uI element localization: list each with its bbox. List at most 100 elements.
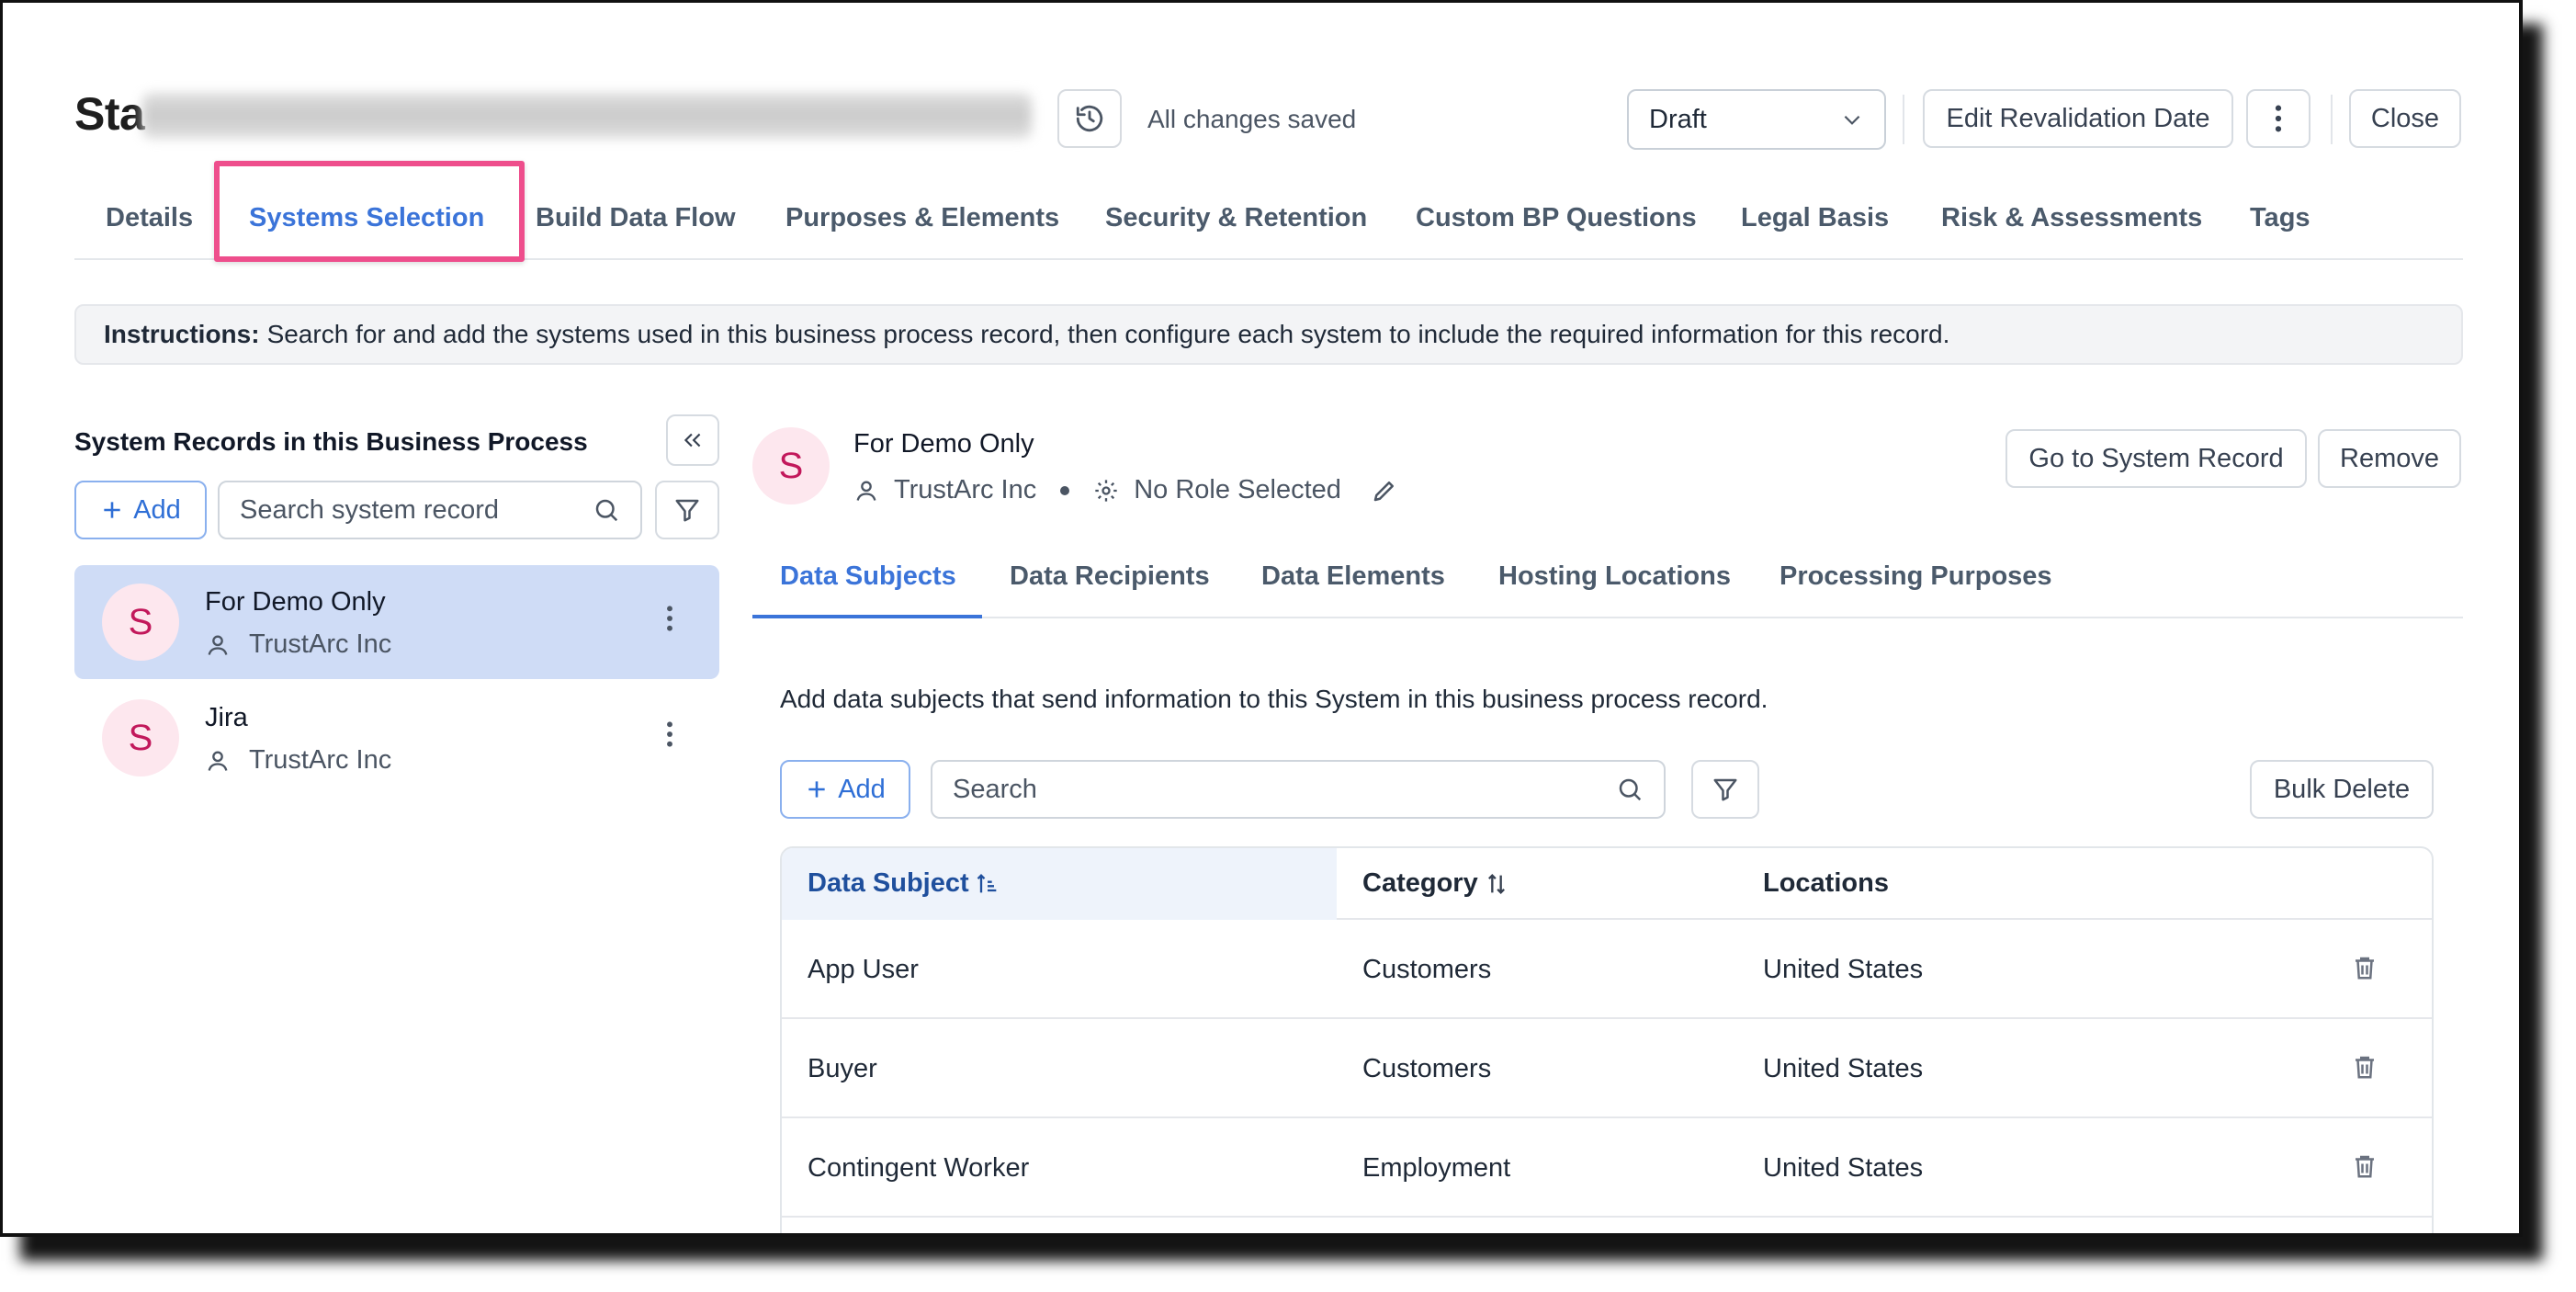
trash-icon: [2356, 957, 2374, 980]
bulk-delete-button[interactable]: Bulk Delete: [2250, 760, 2434, 819]
status-select[interactable]: Draft: [1627, 89, 1886, 150]
cell-subject: Buyer: [808, 1054, 877, 1083]
selected-system-role: No Role Selected: [1134, 475, 1341, 504]
history-icon: [1076, 105, 1103, 132]
tab-legal-basis[interactable]: Legal Basis: [1741, 203, 1889, 233]
system-owner-name: TrustArc Inc: [249, 629, 392, 659]
delete-row-button[interactable]: [2351, 953, 2378, 982]
delete-row-button[interactable]: [2351, 1052, 2378, 1082]
subtab-processing-purposes[interactable]: Processing Purposes: [1779, 561, 2052, 592]
instructions-text: Search for and add the systems used in t…: [266, 320, 1950, 348]
go-to-system-record-button[interactable]: Go to System Record: [2005, 429, 2307, 488]
filter-icon: [675, 499, 699, 522]
add-system-label: Add: [133, 494, 181, 525]
plus-icon: [104, 502, 120, 518]
history-button[interactable]: [1057, 89, 1122, 148]
save-status: All changes saved: [1147, 105, 1357, 133]
system-owner: TrustArc Inc: [205, 629, 391, 660]
kebab-icon: [2275, 105, 2282, 132]
collapse-panel-button[interactable]: [666, 414, 719, 466]
search-icon: [1619, 778, 1642, 801]
search-data-subjects-placeholder: Search: [953, 774, 1037, 804]
search-data-subjects-input[interactable]: Search: [931, 760, 1666, 819]
header-divider: [2331, 95, 2333, 144]
plus-icon: [808, 781, 825, 798]
tab-build-data-flow[interactable]: Build Data Flow: [536, 203, 736, 233]
double-chevron-left-icon: [684, 433, 701, 448]
active-subtab-indicator: [752, 615, 982, 618]
table-row: Contingent Worker Employment United Stat…: [782, 1118, 2432, 1218]
chevron-down-icon: [1844, 115, 1860, 125]
column-locations-label: Locations: [1763, 868, 1889, 898]
cell-category: Customers: [1362, 955, 1492, 984]
column-category-label: Category: [1362, 868, 1478, 898]
cell-category: Employment: [1362, 1153, 1511, 1183]
redacted-title-blur: [142, 93, 1032, 139]
data-subjects-description: Add data subjects that send information …: [780, 685, 1768, 713]
column-data-subject-label: Data Subject: [808, 868, 969, 898]
tab-details[interactable]: Details: [106, 203, 193, 233]
table-row: Buyer Customers United States: [782, 1019, 2432, 1118]
subtab-hosting-locations[interactable]: Hosting Locations: [1498, 561, 1731, 592]
instructions-banner: Instructions: Search for and add the sys…: [74, 304, 2463, 365]
system-subtabs: Data Subjects Data Recipients Data Eleme…: [752, 541, 2463, 618]
delete-row-button[interactable]: [2351, 1151, 2378, 1181]
add-data-subject-button[interactable]: Add: [780, 760, 910, 819]
edit-revalidation-date-button[interactable]: Edit Revalidation Date: [1923, 89, 2233, 148]
app-window: Sta All changes saved Draft Edit Revalid…: [0, 0, 2523, 1237]
cell-subject: Contingent Worker: [808, 1153, 1030, 1183]
cell-location: United States: [1763, 1054, 1924, 1083]
system-list-item[interactable]: S Jira TrustArc Inc: [74, 681, 719, 795]
avatar: S: [752, 427, 830, 504]
tab-tags[interactable]: Tags: [2250, 203, 2310, 233]
column-data-subject[interactable]: Data Subject: [808, 868, 1000, 899]
remove-system-button[interactable]: Remove: [2318, 429, 2461, 488]
close-button[interactable]: Close: [2349, 89, 2461, 148]
filter-icon: [1713, 778, 1737, 801]
page-title: Sta: [74, 88, 145, 140]
table-header: Data Subject Category Locations: [782, 848, 2432, 920]
add-system-button[interactable]: Add: [74, 481, 207, 539]
trash-icon: [2356, 1056, 2374, 1079]
system-name: For Demo Only: [205, 587, 386, 617]
subtab-data-elements[interactable]: Data Elements: [1261, 561, 1445, 592]
tab-highlight-annotation: [214, 161, 525, 262]
avatar: S: [102, 699, 179, 776]
avatar: S: [102, 584, 179, 661]
data-subjects-table: Data Subject Category Locations App User…: [780, 846, 2434, 1233]
subtab-data-recipients[interactable]: Data Recipients: [1010, 561, 1210, 592]
cell-location: United States: [1763, 955, 1924, 984]
system-options-button[interactable]: [666, 604, 673, 633]
header-divider: [1903, 95, 1904, 144]
selected-system-meta: TrustArc Inc No Role Selected: [853, 475, 1398, 505]
add-data-subject-label: Add: [838, 774, 886, 804]
filter-data-subjects-button[interactable]: [1691, 760, 1759, 819]
user-icon: [208, 635, 228, 655]
search-system-input[interactable]: Search system record: [218, 481, 642, 539]
user-icon: [856, 481, 876, 501]
sort-icon: [1487, 873, 1505, 894]
system-records-title: System Records in this Business Process: [74, 427, 588, 456]
tab-risk-assessments[interactable]: Risk & Assessments: [1941, 203, 2202, 233]
selected-system-owner: TrustArc Inc: [894, 475, 1037, 504]
search-icon: [595, 499, 618, 522]
cell-category: Customers: [1362, 1054, 1492, 1083]
trash-icon: [2356, 1155, 2374, 1178]
edit-pencil-icon[interactable]: [1371, 477, 1398, 504]
tab-custom-bp-questions[interactable]: Custom BP Questions: [1416, 203, 1697, 233]
tab-purposes-elements[interactable]: Purposes & Elements: [785, 203, 1059, 233]
filter-systems-button[interactable]: [655, 481, 719, 539]
cell-location: United States: [1763, 1153, 1924, 1183]
tab-security-retention[interactable]: Security & Retention: [1105, 203, 1367, 233]
system-owner: TrustArc Inc: [205, 745, 391, 776]
kebab-icon: [667, 721, 672, 747]
search-system-placeholder: Search system record: [240, 494, 500, 525]
subtab-data-subjects[interactable]: Data Subjects: [780, 561, 956, 592]
selected-system-name: For Demo Only: [853, 429, 1034, 459]
system-list-item[interactable]: S For Demo Only TrustArc Inc: [74, 565, 719, 679]
more-options-button[interactable]: [2246, 89, 2310, 148]
user-icon: [208, 751, 228, 771]
kebab-icon: [667, 606, 672, 631]
column-category[interactable]: Category: [1362, 868, 1509, 899]
system-options-button[interactable]: [666, 720, 673, 749]
